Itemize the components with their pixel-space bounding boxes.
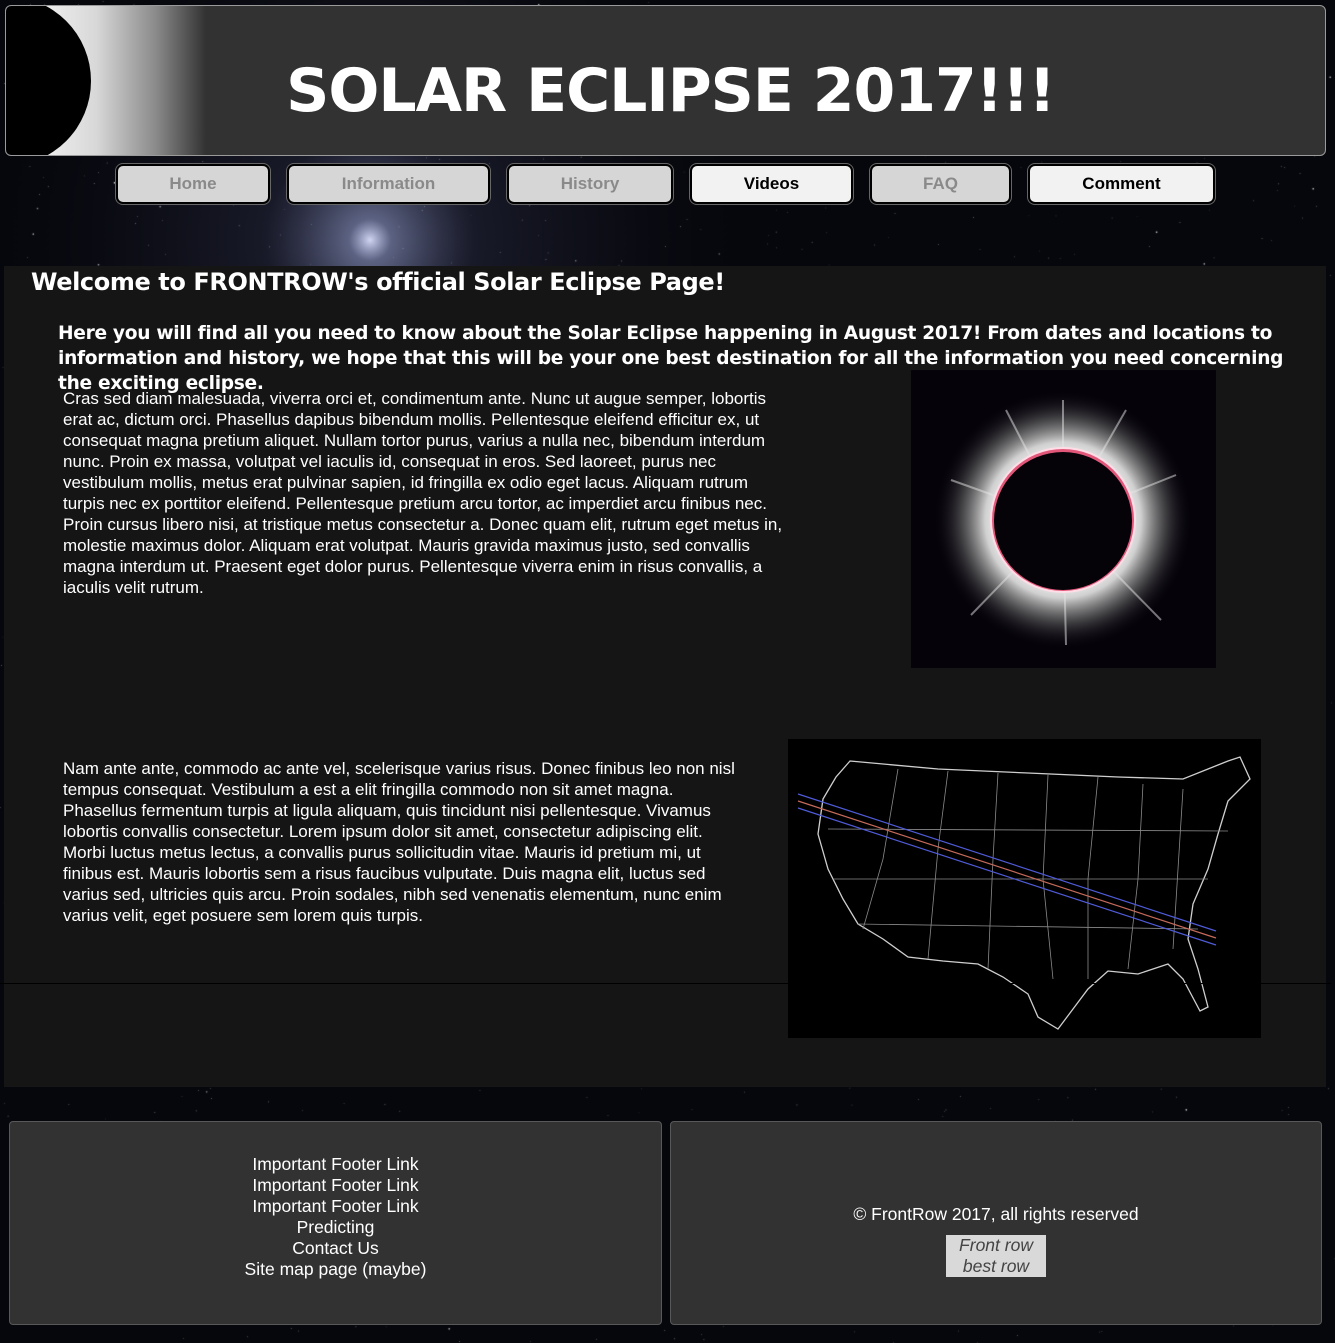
footer-link-3[interactable]: Important Footer Link	[10, 1196, 661, 1217]
solar-eclipse-image	[911, 370, 1216, 668]
footer-info-panel: © FrontRow 2017, all rights reserved Fro…	[670, 1121, 1322, 1325]
content-divider	[0, 983, 1331, 984]
nav-history-button[interactable]: History	[507, 164, 673, 204]
footer-link-site-map[interactable]: Site map page (maybe)	[10, 1259, 661, 1280]
footer-links-panel: Important Footer Link Important Footer L…	[9, 1121, 662, 1325]
nav-information-button[interactable]: Information	[287, 164, 490, 204]
site-header: SOLAR ECLIPSE 2017!!!	[5, 5, 1326, 156]
copyright-text: © FrontRow 2017, all rights reserved	[853, 1204, 1139, 1224]
footer-link-predicting[interactable]: Predicting	[10, 1217, 661, 1238]
tagline-badge: Front row best row	[946, 1235, 1046, 1277]
footer-link-list: Important Footer Link Important Footer L…	[10, 1154, 661, 1280]
nav-home-button[interactable]: Home	[116, 164, 270, 204]
body-paragraph-1: Cras sed diam malesuada, viverra orci et…	[63, 389, 783, 597]
tagline-line-2: best row	[962, 1256, 1030, 1276]
nav-comment-button[interactable]: Comment	[1028, 164, 1215, 204]
welcome-heading: Welcome to FRONTROW's official Solar Ecl…	[31, 268, 725, 296]
nav-videos-button[interactable]: Videos	[690, 164, 853, 204]
footer-link-contact-us[interactable]: Contact Us	[10, 1238, 661, 1259]
page-title: SOLAR ECLIPSE 2017!!!	[286, 56, 1056, 126]
main-content: Welcome to FRONTROW's official Solar Ecl…	[0, 266, 1331, 1087]
body-paragraph-2: Nam ante ante, commodo ac ante vel, scel…	[63, 759, 735, 925]
tagline-line-1: Front row	[959, 1235, 1033, 1255]
eclipse-path-map-image	[788, 739, 1261, 1038]
footer-link-2[interactable]: Important Footer Link	[10, 1175, 661, 1196]
footer-link-1[interactable]: Important Footer Link	[10, 1154, 661, 1175]
nav-faq-button[interactable]: FAQ	[870, 164, 1011, 204]
